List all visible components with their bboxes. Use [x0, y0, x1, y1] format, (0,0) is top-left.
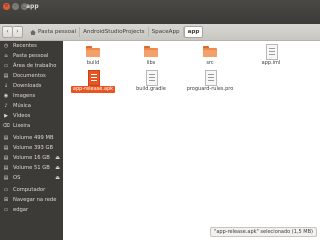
sidebar-item-label: Imagens [13, 93, 36, 99]
sidebar-item-label: Volume 393 GB [13, 145, 54, 151]
sidebar-item-label: edgar [13, 207, 29, 213]
file-name: proguard-rules.pro [186, 86, 234, 92]
sidebar-item[interactable]: ▤ Volume 51 GB ⏏ [0, 163, 63, 173]
sidebar-item[interactable]: ▶ Vídeos [0, 111, 63, 121]
forward-button[interactable]: › [13, 26, 23, 38]
back-icon: ‹ [6, 28, 9, 35]
sidebar-item-label: OS [13, 175, 21, 181]
selection-status: "app-release.apk" selecionado (1,5 MB) [210, 227, 317, 237]
sidebar-item-label: Volume 16 GB [13, 155, 50, 161]
sidebar-item[interactable]: ◷ Recentes [0, 41, 63, 51]
clock-icon: ◷ [3, 43, 9, 49]
sidebar-item[interactable]: ▭ edgar [0, 205, 63, 215]
home-icon: ⌂ [4, 53, 8, 59]
sidebar-item[interactable]: ▤ Volume 16 GB ⏏ [0, 153, 63, 163]
eject-icon[interactable]: ⏏ [55, 155, 60, 161]
breadcrumb-label: Pasta pessoal [38, 29, 77, 35]
sidebar-item[interactable]: ⌂ Pasta pessoal [0, 51, 63, 61]
file-name: libs [146, 60, 156, 66]
drive-icon: ▤ [3, 165, 9, 171]
eject-icon[interactable]: ⏏ [55, 175, 60, 181]
window-controls: × – □ [3, 3, 28, 11]
document-icon [263, 43, 279, 60]
file-item[interactable]: build.gradle [121, 67, 181, 97]
folder-icon [202, 43, 218, 59]
network-icon: ⊞ [3, 197, 9, 203]
apk-icon [85, 69, 101, 86]
sidebar-item[interactable]: ⌫ Lixeira [0, 121, 63, 131]
music-icon: ♪ [4, 103, 8, 109]
file-view: "app-release.apk" selecionado (1,5 MB) b… [63, 41, 320, 240]
folder-icon: ▭ [3, 207, 9, 213]
document-icon [143, 69, 159, 86]
window-title: app [26, 3, 39, 10]
eject-icon[interactable]: ⏏ [55, 165, 60, 171]
trash-icon: ⌫ [2, 123, 10, 129]
breadcrumb-spaceapp[interactable]: SpaceApp [149, 27, 184, 37]
download-icon: ↓ [3, 83, 9, 89]
sidebar-item[interactable]: ♪ Música [0, 101, 63, 111]
sidebar-item[interactable]: ◉ Imagens [0, 91, 63, 101]
back-button[interactable]: ‹ [2, 26, 13, 38]
sidebar-item[interactable]: ▭ Área de trabalho [0, 61, 63, 71]
sidebar-item-label: Documentos [13, 73, 46, 79]
sidebar-item-label: Downloads [13, 83, 42, 89]
sidebar-item-label: Volume 51 GB [13, 165, 50, 171]
sidebar-item[interactable]: ⊞ Navegar na rede [0, 195, 63, 205]
desktop-icon: ▭ [3, 63, 9, 69]
close-window-button[interactable]: × [3, 3, 10, 10]
camera-icon: ◉ [3, 93, 9, 99]
drive-icon: ▤ [3, 155, 9, 161]
video-icon: ▶ [4, 113, 8, 119]
sidebar-item[interactable]: ▤ Volume 499 MB [0, 133, 63, 143]
sidebar-item[interactable]: ▤ Volume 393 GB [0, 143, 63, 153]
sidebar-item-label: Computador [13, 187, 46, 193]
documents-icon: ▤ [3, 73, 9, 79]
sidebar: ◷ Recentes ⌂ Pasta pessoal ▭ Área de trabalho… [0, 41, 63, 240]
sidebar-item-label: Vídeos [13, 113, 31, 119]
file-item[interactable]: app.iml [241, 41, 301, 71]
computer-icon: ▭ [3, 187, 9, 193]
forward-icon: › [16, 28, 19, 35]
sidebar-item-label: Pasta pessoal [13, 53, 49, 59]
sidebar-item[interactable]: ▤ OS ⏏ [0, 173, 63, 183]
file-item[interactable]: proguard-rules.pro [180, 67, 240, 97]
minimize-window-button[interactable]: – [12, 3, 19, 10]
sidebar-item-label: Volume 499 MB [13, 135, 54, 141]
sidebar-item[interactable]: ▭ Computador [0, 185, 63, 195]
file-name: app.iml [261, 60, 281, 66]
file-name: build.gradle [136, 86, 166, 92]
sidebar-item-label: Área de trabalho [13, 63, 57, 69]
file-name: build [86, 60, 100, 66]
sidebar-item-label: Música [13, 103, 31, 109]
drive-icon: ▤ [3, 135, 9, 141]
sidebar-item-label: Lixeira [13, 123, 31, 129]
document-icon [202, 69, 218, 86]
drive-icon: ▤ [3, 145, 9, 151]
breadcrumb-app[interactable]: app [183, 26, 204, 38]
breadcrumb-home[interactable]: Pasta pessoal [27, 27, 81, 37]
file-item[interactable]: app-release.apk [63, 67, 123, 97]
folder-icon [143, 43, 159, 59]
home-icon [30, 29, 36, 35]
title-bar: × – □ app [0, 0, 320, 24]
sidebar-item-label: Recentes [13, 43, 37, 49]
sidebar-item[interactable]: ↓ Downloads [0, 81, 63, 91]
breadcrumb-androidstudioprojects[interactable]: AndroidStudioProjects [80, 27, 149, 37]
breadcrumb: Pasta pessoal AndroidStudioProjects Spac… [27, 26, 204, 38]
toolbar: ‹ › Pasta pessoal AndroidStudioProjects … [0, 24, 320, 41]
folder-icon [85, 43, 101, 59]
file-name: app-release.apk [70, 86, 116, 93]
drive-icon: ▤ [3, 175, 9, 181]
file-manager-window: × – □ app ‹ › Pasta pessoal AndroidStudi… [0, 0, 320, 240]
sidebar-item-label: Navegar na rede [13, 197, 57, 203]
file-name: src [206, 60, 214, 66]
sidebar-item[interactable]: ▤ Documentos [0, 71, 63, 81]
